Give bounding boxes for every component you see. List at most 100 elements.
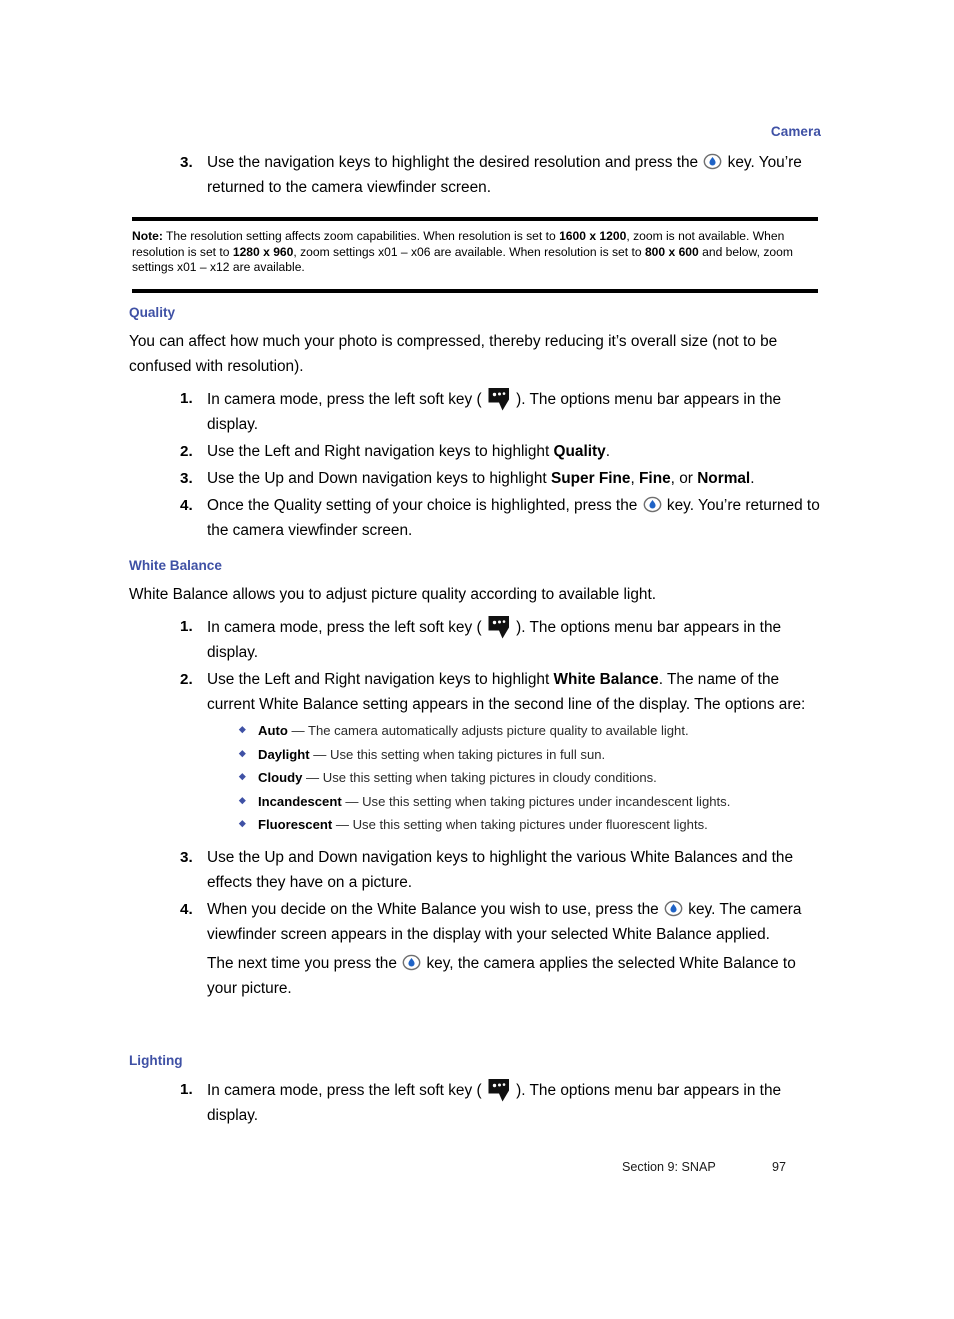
quality-step-1: 1. In camera mode, press the left soft k… (129, 386, 821, 437)
bullet-diamond-icon (234, 719, 246, 743)
option-desc: Use this setting when taking pictures in… (330, 746, 606, 762)
option-term: Daylight (258, 746, 310, 762)
step-number: 1. (180, 390, 193, 407)
step-number: 2. (180, 671, 193, 688)
step-text-pre: In camera mode, press the left soft key … (207, 1082, 486, 1099)
bullet-text: Fluorescent — Use this setting when taki… (258, 813, 708, 837)
lighting-section: Lighting 1. In camera mode, press the le… (129, 1051, 821, 1130)
white-balance-intro: White Balance allows you to adjust pictu… (129, 586, 656, 603)
lighting-step-1: 1. In camera mode, press the left soft k… (129, 1077, 821, 1128)
trailing-text: The next time you press the key, the cam… (207, 951, 821, 1001)
option-dash: — (302, 770, 323, 786)
list-item: Auto — The camera automatically adjusts … (129, 719, 821, 743)
left-soft-key-icon (487, 386, 511, 412)
bullet-diamond-icon (234, 766, 246, 790)
bullet-diamond-icon (234, 743, 246, 767)
manual-page: Camera 3. Use the navigation keys to hig… (0, 0, 954, 1319)
step-text: Use the Left and Right navigation keys t… (207, 439, 821, 464)
step-number: 1. (180, 618, 193, 635)
option-term: Cloudy (258, 770, 303, 786)
step-text: In camera mode, press the left soft key … (207, 386, 821, 437)
list-item: Fluorescent — Use this setting when taki… (129, 813, 821, 837)
quality-section: Quality You can affect how much your pho… (129, 303, 821, 545)
step-number: 3. (180, 154, 193, 171)
step-emphasis-normal: Normal (697, 470, 751, 487)
white-balance-section: White Balance White Balance allows you t… (129, 556, 821, 1003)
bullet-text: Cloudy — Use this setting when taking pi… (258, 766, 657, 790)
step-number: 3. (180, 470, 193, 487)
step-text-pre: Use the Left and Right navigation keys t… (207, 671, 554, 688)
note-callout: Note: The resolution setting affects zoo… (132, 217, 818, 293)
step-emphasis: Quality (553, 443, 606, 460)
step-number: 4. (180, 497, 193, 514)
step-text: In camera mode, press the left soft key … (207, 1077, 821, 1128)
step-sep-2: , or (670, 470, 698, 487)
step-text: In camera mode, press the left soft key … (207, 614, 821, 665)
note-line1a: The resolution setting affects zoom capa… (162, 229, 560, 243)
center-select-key-icon (643, 495, 662, 514)
option-term: Fluorescent (258, 817, 333, 833)
lighting-heading: Lighting (129, 1053, 183, 1068)
option-term: Incandescent (258, 793, 342, 809)
step-text-pre: Use the Left and Right navigation keys t… (207, 443, 554, 460)
white-balance-step-2: 2. Use the Left and Right navigation key… (129, 667, 821, 717)
quality-step-3: 3. Use the Up and Down navigation keys t… (129, 466, 821, 491)
step-row: 3. Use the navigation keys to highlight … (129, 150, 821, 200)
step-text-pre: When you decide on the White Balance you… (207, 900, 663, 918)
center-select-key-icon (703, 152, 722, 171)
option-dash: — (332, 817, 353, 833)
option-desc: The camera automatically adjusts picture… (307, 723, 689, 738)
option-desc: Use this setting when taking pictures in… (322, 770, 657, 786)
step-text-pre: Use the Up and Down navigation keys to h… (207, 470, 551, 487)
running-head-camera: Camera (770, 124, 821, 139)
step-emphasis-super-fine: Super Fine (550, 470, 631, 487)
option-dash: — (309, 746, 331, 762)
white-balance-step-4: 4. When you decide on the White Balance … (129, 897, 821, 947)
quality-step-4: 4. Once the Quality setting of your choi… (129, 493, 821, 543)
step-emphasis-fine: Fine (639, 470, 671, 487)
left-soft-key-icon (487, 614, 511, 640)
center-select-key-icon (664, 899, 683, 918)
bullet-text: Auto — The camera automatically adjusts … (258, 719, 689, 743)
center-select-key-icon (402, 953, 421, 972)
note-body: Note: The resolution setting affects zoo… (132, 221, 818, 289)
step-text-pre: In camera mode, press the left soft key … (207, 391, 486, 408)
bullet-text: Incandescent — Use this setting when tak… (258, 790, 730, 814)
note-bottom-rule (132, 288, 818, 293)
option-desc: Use this setting when taking pictures un… (352, 817, 708, 833)
step-text-pre: Use the navigation keys to highlight the… (207, 154, 703, 171)
left-soft-key-icon (487, 1077, 511, 1103)
step-text: Use the navigation keys to highlight the… (207, 150, 821, 200)
option-term: Auto (258, 723, 288, 738)
step-text: Use the Up and Down navigation keys to h… (207, 848, 794, 891)
option-dash: — (341, 793, 363, 809)
note-line2b: , zoom settings x01 – x06 are available.… (293, 244, 645, 259)
step-number: 4. (180, 900, 193, 918)
note-resolution-1: 1600 x 1200 (559, 229, 627, 243)
note-resolution-3: 800 x 600 (644, 244, 699, 259)
trailing-text-pre: The next time you press the (207, 954, 402, 972)
note-label: Note: (132, 229, 163, 243)
list-item: Daylight — Use this setting when taking … (129, 743, 821, 767)
list-item: Incandescent — Use this setting when tak… (129, 790, 821, 814)
option-dash: — (287, 723, 308, 738)
white-balance-heading: White Balance (129, 558, 222, 573)
footer-page-number: 97 (772, 1160, 787, 1174)
white-balance-step-3: 3. Use the Up and Down navigation keys t… (129, 845, 821, 895)
option-desc: Use this setting when taking pictures un… (362, 793, 731, 809)
step-number: 1. (180, 1081, 193, 1098)
note-resolution-2: 1280 x 960 (232, 244, 294, 259)
step-text-post: . (605, 443, 610, 460)
step-number: 2. (180, 443, 193, 460)
list-item: Cloudy — Use this setting when taking pi… (129, 766, 821, 790)
step-text-pre: In camera mode, press the left soft key … (207, 619, 486, 636)
step-number: 3. (180, 848, 193, 866)
step-text-pre: Once the Quality setting of your choice … (207, 497, 642, 514)
step-text: Use the Up and Down navigation keys to h… (207, 466, 821, 491)
resolution-step-3: 3. Use the navigation keys to highlight … (129, 150, 821, 202)
quality-heading: Quality (129, 305, 176, 320)
step-emphasis: White Balance (553, 671, 659, 688)
white-balance-options-list: Auto — The camera automatically adjusts … (129, 719, 821, 837)
step-sep-1: , (630, 470, 640, 487)
white-balance-trailing-note: The next time you press the key, the cam… (129, 951, 821, 1001)
